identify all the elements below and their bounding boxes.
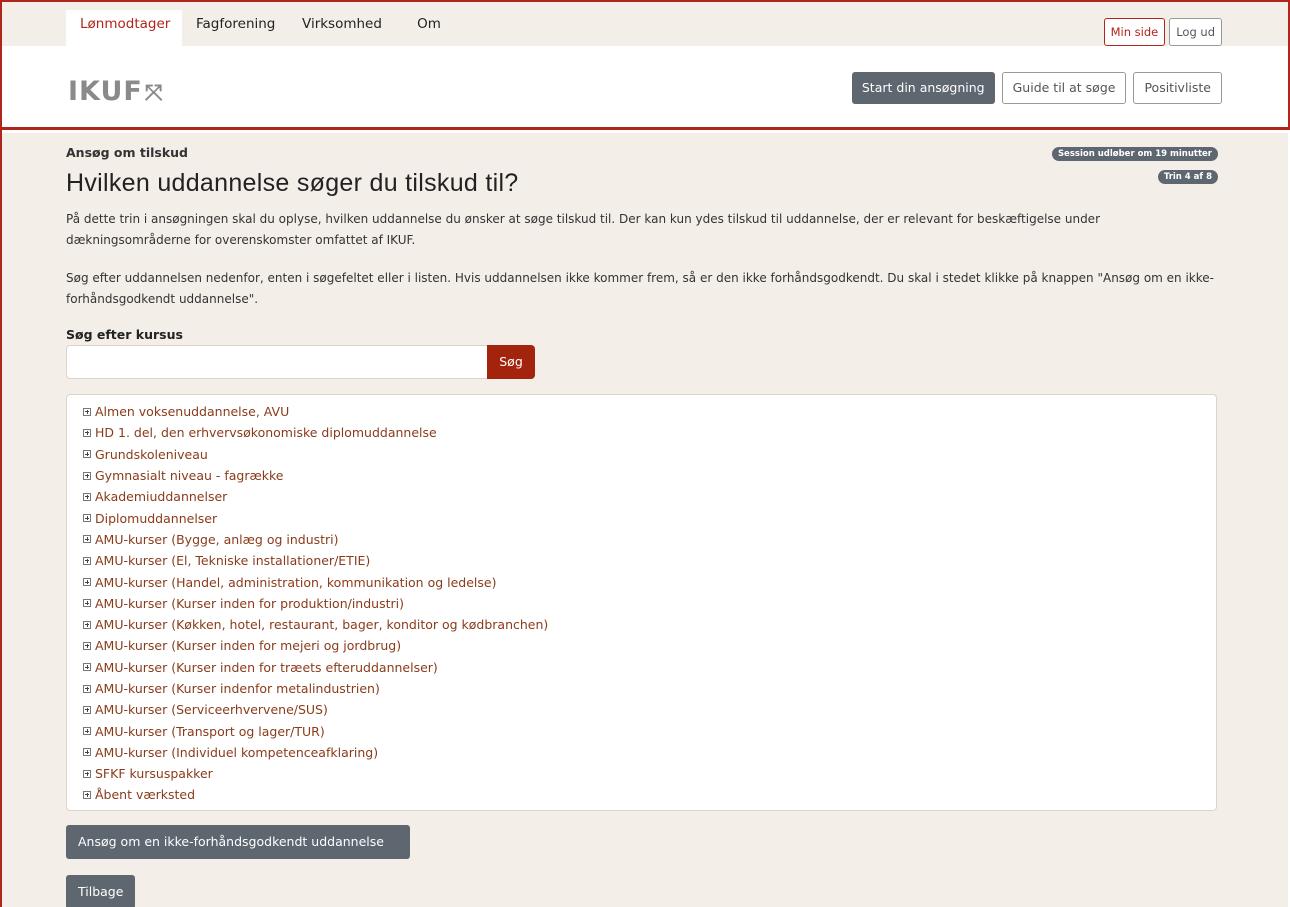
expand-plus-icon[interactable]	[83, 578, 91, 587]
tree-item-label[interactable]: Gymnasialt niveau - fagrække	[95, 468, 284, 483]
tree-item[interactable]: AMU-kurser (Bygge, anlæg og industri)	[83, 529, 1216, 550]
logo-figure-icon: ⤧	[144, 81, 164, 106]
ikuf-logo[interactable]: IKUF⤧	[68, 76, 163, 107]
search-input[interactable]	[66, 345, 488, 379]
expand-plus-icon[interactable]	[83, 492, 91, 501]
tree-item[interactable]: AMU-kurser (Transport og lager/TUR)	[83, 720, 1216, 741]
expand-plus-icon[interactable]	[83, 727, 91, 736]
min-side-button[interactable]: Min side	[1103, 18, 1166, 46]
tree-item[interactable]: AMU-kurser (Kurser inden for træets efte…	[83, 657, 1216, 678]
search-button[interactable]: Søg	[487, 345, 535, 379]
tree-item-label[interactable]: AMU-kurser (El, Tekniske installationer/…	[95, 553, 370, 568]
account-links: Min side Log ud	[1103, 18, 1222, 46]
step-badge: Trin 4 af 8	[1157, 170, 1218, 184]
page-title: Hvilken uddannelse søger du tilskud til?	[66, 169, 519, 197]
tree-item-label[interactable]: AMU-kurser (Handel, administration, komm…	[95, 575, 496, 590]
expand-plus-icon[interactable]	[83, 514, 91, 523]
expand-plus-icon[interactable]	[83, 535, 91, 544]
expand-plus-icon[interactable]	[83, 705, 91, 714]
tree-item-label[interactable]: AMU-kurser (Køkken, hotel, restaurant, b…	[95, 617, 548, 632]
tree-item-label[interactable]: Akademiuddannelser	[95, 489, 227, 504]
start-application-button[interactable]: Start din ansøgning	[851, 72, 995, 104]
tree-item-label[interactable]: Grundskoleniveau	[95, 447, 208, 462]
tree-item[interactable]: AMU-kurser (Køkken, hotel, restaurant, b…	[83, 614, 1216, 635]
tree-item-label[interactable]: AMU-kurser (Kurser indenfor metalindustr…	[95, 681, 380, 696]
tree-item[interactable]: AMU-kurser (Kurser inden for mejeri og j…	[83, 635, 1216, 656]
guide-button[interactable]: Guide til at søge	[1001, 72, 1127, 104]
expand-plus-icon[interactable]	[83, 620, 91, 629]
search-label: Søg efter kursus	[66, 327, 183, 342]
tab-virksomhed[interactable]: Virksomhed	[288, 10, 394, 46]
tab-lonmodtager[interactable]: Lønmodtager	[66, 10, 182, 46]
tree-item[interactable]: AMU-kurser (Individuel kompetenceafklari…	[83, 742, 1216, 763]
expand-plus-icon[interactable]	[83, 407, 91, 416]
tree-item[interactable]: Gymnasialt niveau - fagrække	[83, 465, 1216, 486]
tree-item[interactable]: AMU-kurser (Serviceerhvervene/SUS)	[83, 699, 1216, 720]
log-ud-button[interactable]: Log ud	[1169, 18, 1222, 46]
expand-plus-icon[interactable]	[83, 684, 91, 693]
intro-paragraph-2: Søg efter uddannelsen nedenfor, enten i …	[66, 271, 1214, 306]
tree-item-label[interactable]: SFKF kursuspakker	[95, 766, 213, 781]
tree-item-label[interactable]: AMU-kurser (Bygge, anlæg og industri)	[95, 532, 339, 547]
expand-plus-icon[interactable]	[83, 769, 91, 778]
expand-plus-icon[interactable]	[83, 599, 91, 608]
header-buttons: Start din ansøgning Guide til at søge Po…	[851, 72, 1222, 104]
tree-item[interactable]: Grundskoleniveau	[83, 444, 1216, 465]
tree-item-label[interactable]: Diplomuddannelser	[95, 511, 217, 526]
site-header: IKUF⤧ Start din ansøgning Guide til at s…	[2, 46, 1288, 130]
intro-paragraph-1: På dette trin i ansøgningen skal du oply…	[66, 212, 1100, 247]
tab-om-ikuf[interactable]: Om IKUF	[394, 10, 464, 60]
expand-plus-icon[interactable]	[83, 748, 91, 757]
expand-plus-icon[interactable]	[83, 556, 91, 565]
tree-item[interactable]: AMU-kurser (El, Tekniske installationer/…	[83, 550, 1216, 571]
tree-item[interactable]: Diplomuddannelser	[83, 507, 1216, 528]
tree-item[interactable]: HD 1. del, den erhvervsøkonomiske diplom…	[83, 422, 1216, 443]
apply-non-preapproved-button[interactable]: Ansøg om en ikke-forhåndsgodkendt uddann…	[66, 825, 410, 859]
expand-plus-icon[interactable]	[83, 663, 91, 672]
expand-plus-icon[interactable]	[83, 450, 91, 459]
session-badge: Session udløber om 19 minutter	[1051, 147, 1218, 161]
tree-item-label[interactable]: AMU-kurser (Kurser inden for produktion/…	[95, 596, 404, 611]
tree-item-label[interactable]: AMU-kurser (Serviceerhvervene/SUS)	[95, 702, 328, 717]
tree-item[interactable]: Almen voksenuddannelse, AVU	[83, 401, 1216, 422]
tree-item[interactable]: AMU-kurser (Kurser inden for produktion/…	[83, 593, 1216, 614]
tree-item[interactable]: Akademiuddannelser	[83, 486, 1216, 507]
tree-item-label[interactable]: AMU-kurser (Transport og lager/TUR)	[95, 724, 325, 739]
positivliste-button[interactable]: Positivliste	[1133, 72, 1222, 104]
tree-item-label[interactable]: Åbent værksted	[95, 787, 195, 802]
education-tree: Almen voksenuddannelse, AVU HD 1. del, de…	[66, 394, 1217, 811]
expand-plus-icon[interactable]	[83, 641, 91, 650]
breadcrumb: Ansøg om tilskud	[66, 145, 189, 160]
tree-item-label[interactable]: Almen voksenuddannelse, AVU	[95, 404, 289, 419]
logo-text: IKUF	[68, 76, 143, 107]
tree-item[interactable]: AMU-kurser (Kurser indenfor metalindustr…	[83, 678, 1216, 699]
top-nav-tabs: Lønmodtager Fagforening Virksomhed Om IK…	[66, 10, 464, 60]
tab-fagforening[interactable]: Fagforening	[182, 10, 288, 46]
main-content: Ansøg om tilskud Session udløber om 19 m…	[2, 133, 1288, 907]
expand-plus-icon[interactable]	[83, 471, 91, 480]
tree-item-label[interactable]: AMU-kurser (Kurser inden for træets efte…	[95, 660, 438, 675]
top-nav-bar: Lønmodtager Fagforening Virksomhed Om IK…	[2, 2, 1288, 60]
tree-item-label[interactable]: HD 1. del, den erhvervsøkonomiske diplom…	[95, 425, 437, 440]
tree-item[interactable]: SFKF kursuspakker	[83, 763, 1216, 784]
tree-item[interactable]: AMU-kurser (Handel, administration, komm…	[83, 571, 1216, 592]
expand-plus-icon[interactable]	[83, 428, 91, 437]
tree-item-label[interactable]: AMU-kurser (Individuel kompetenceafklari…	[95, 745, 378, 760]
expand-plus-icon[interactable]	[83, 790, 91, 799]
tree-item-label[interactable]: AMU-kurser (Kurser inden for mejeri og j…	[95, 638, 401, 653]
tree-item[interactable]: Åbent værksted	[83, 784, 1216, 805]
back-button[interactable]: Tilbage	[66, 875, 136, 907]
